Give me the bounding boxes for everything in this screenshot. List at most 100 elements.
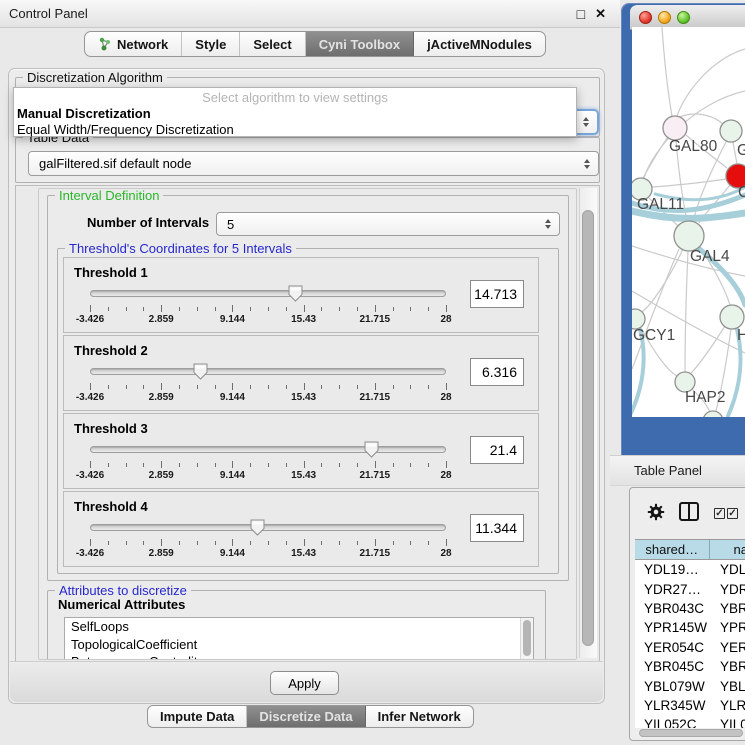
tab-style[interactable]: Style [182,32,240,56]
network-node-top-right[interactable] [720,120,742,142]
network-edge[interactable] [642,249,683,312]
algorithm-dropdown-popup: Select algorithm to view settings Manual… [13,87,577,137]
network-edge[interactable] [685,251,688,372]
table-row[interactable]: YDL19…YDL1 [635,560,745,579]
table-cell[interactable]: YDL19… [635,562,714,577]
table-cell[interactable]: YER0 [714,640,745,655]
table-cell[interactable]: YIL0 [714,717,745,728]
table-row[interactable]: YBR043CYBR0 [635,599,745,618]
table-row[interactable]: YBR045CYBR0 [635,657,745,676]
settings-vertical-scrollbar-thumb[interactable] [582,210,594,646]
tab-cyni-toolbox[interactable]: Cyni Toolbox [306,32,414,56]
network-edge[interactable] [632,249,679,369]
bottom-tab-impute-data[interactable]: Impute Data [148,706,247,727]
dropdown-option-equal-width-frequency-discretization[interactable]: Equal Width/Frequency Discretization [14,122,576,138]
minimize-traffic-light-icon[interactable] [658,11,671,24]
numerical-attributes-label: Numerical Attributes [58,597,185,612]
threshold-2-value[interactable]: 6.316 [470,358,524,386]
slider-thumb[interactable] [364,441,379,463]
checkbox-icon[interactable]: ✓ [727,508,738,519]
network-node-bottom-node[interactable] [703,411,723,417]
table-cell[interactable]: YDL1 [714,562,745,577]
checkbox-icon[interactable]: ✓ [714,508,725,519]
network-edge[interactable] [652,179,726,187]
table-horizontal-scrollbar-thumb[interactable] [639,729,743,737]
column-header-1[interactable]: shared… [635,540,710,559]
table-cell[interactable]: YBL079W [635,679,714,694]
attribute-item-topologicalcoefficient[interactable]: TopologicalCoefficient [65,636,533,654]
number-of-intervals-combo[interactable]: 5 [216,212,560,236]
dropdown-option-manual-discretization[interactable]: Manual Discretization [14,106,576,122]
table-row[interactable]: YDR27…YDR2 [635,579,745,598]
slider-thumb[interactable] [250,519,265,541]
table-row[interactable]: YPR145WYPR1 [635,618,745,637]
close-traffic-light-icon[interactable] [639,11,652,24]
tab-select-label: Select [253,37,291,52]
float-window-icon[interactable]: □ [577,7,585,21]
threshold-2-slider[interactable]: -3.4262.8599.14415.4321.71528 [90,362,446,408]
table-cell[interactable]: YDR2 [714,582,745,597]
column-header-2[interactable]: na [710,540,745,559]
network-edge[interactable] [643,137,668,178]
table-row[interactable]: YIL052CYIL0 [635,715,745,728]
table-cell[interactable]: YPR145W [635,620,714,635]
tab-select[interactable]: Select [240,32,305,56]
attributes-list-scrollbar[interactable] [520,618,533,660]
slider-track[interactable] [90,290,446,297]
table-cell[interactable]: YLR345W [635,698,714,713]
table-cell[interactable]: YBR045C [635,659,714,674]
numerical-attributes-list[interactable]: SelfLoopsTopologicalCoefficientBetweenne… [64,617,534,660]
table-cell[interactable]: YBL0 [714,679,745,694]
network-node-h-node[interactable] [720,305,744,329]
bottom-tab-discretize-data[interactable]: Discretize Data [247,706,365,727]
network-node-gal80[interactable] [663,116,687,140]
attribute-item-betweennesscentrality[interactable]: BetweennessCentrality [65,653,533,660]
table-data-combo-value: galFiltered.sif default node [39,156,191,171]
table-row[interactable]: YBL079WYBL0 [635,676,745,695]
network-edge[interactable] [691,326,725,373]
threshold-4-value[interactable]: 11.344 [470,514,524,542]
network-edge[interactable] [677,49,745,116]
network-node-gcy1[interactable] [632,309,645,329]
threshold-1-slider[interactable]: -3.4262.8599.14415.4321.71528 [90,284,446,330]
table-cell[interactable]: YPR1 [714,620,745,635]
network-graph[interactable]: GAL80GACGAL11GAL4GCY1HHAP2 [632,27,745,417]
threshold-1-value[interactable]: 14.713 [470,280,524,308]
table-cell[interactable]: YBR0 [714,601,745,616]
tab-network[interactable]: Network [85,32,182,56]
network-edge[interactable] [662,27,672,116]
tab-style-label: Style [195,37,226,52]
threshold-3-slider[interactable]: -3.4262.8599.14415.4321.71528 [90,440,446,486]
slider-track[interactable] [90,446,446,453]
threshold-3-value[interactable]: 21.4 [470,436,524,464]
apply-button[interactable]: Apply [270,671,339,695]
settings-content-panel: Interval Definition Number of Intervals … [38,188,577,660]
close-icon[interactable]: ✕ [595,7,606,21]
table-cell[interactable]: YER054C [635,640,714,655]
table-data-combo[interactable]: galFiltered.sif default node [28,151,599,176]
attribute-item-selfloops[interactable]: SelfLoops [65,618,533,636]
table-cell[interactable]: YLR3 [714,698,745,713]
attributes-list-scrollbar-thumb[interactable] [523,620,531,656]
zoom-traffic-light-icon[interactable] [677,11,690,24]
table-row[interactable]: YLR345WYLR3 [635,696,745,715]
tab-jactivemnodules[interactable]: jActiveMNodules [414,32,545,56]
slider-track[interactable] [90,368,446,375]
table-cell[interactable]: YIL052C [635,717,714,728]
slider-thumb[interactable] [288,285,303,307]
gear-icon[interactable] [647,503,665,521]
table-cell[interactable]: YDR27… [635,582,714,597]
threshold-4-slider[interactable]: -3.4262.8599.14415.4321.71528 [90,518,446,564]
slider-tick-labels: -3.4262.8599.14415.4321.71528 [90,548,446,560]
table-horizontal-scrollbar[interactable] [637,728,745,738]
table-cell[interactable]: YBR043C [635,601,714,616]
network-node-gal4[interactable] [674,221,704,251]
slider-thumb[interactable] [193,363,208,385]
network-canvas[interactable]: GAL80GACGAL11GAL4GCY1HHAP2 [632,27,745,417]
settings-vertical-scrollbar[interactable] [579,188,597,658]
slider-track[interactable] [90,524,446,531]
table-cell[interactable]: YBR0 [714,659,745,674]
bottom-tab-infer-network[interactable]: Infer Network [366,706,473,727]
table-row[interactable]: YER054CYER0 [635,638,745,657]
table-split-icon[interactable] [679,502,699,521]
